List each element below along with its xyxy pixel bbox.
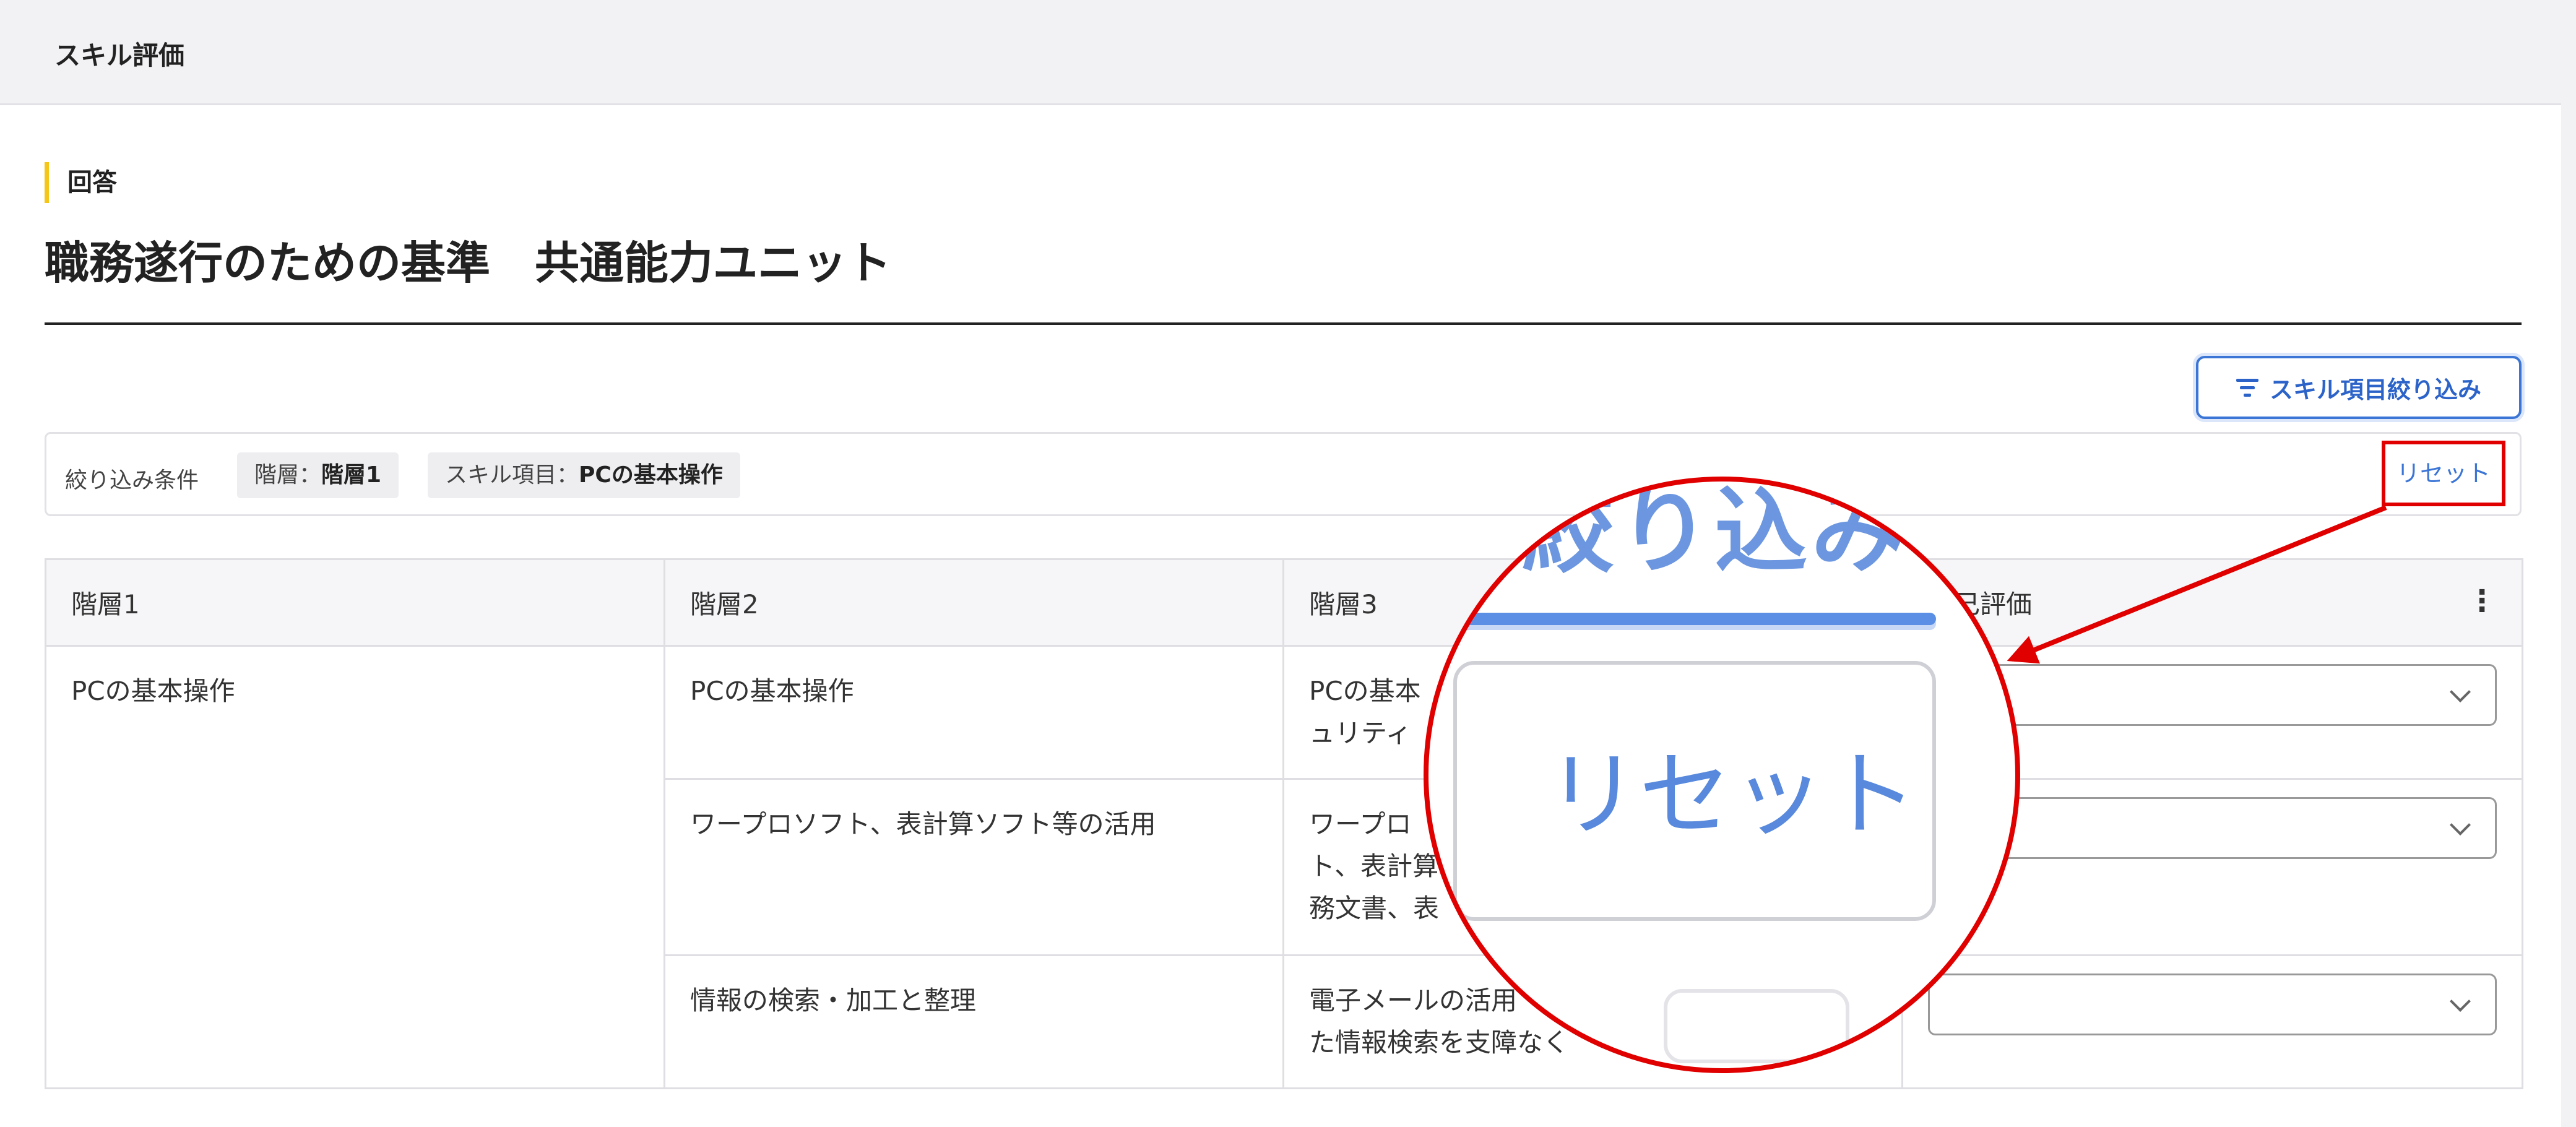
- column-menu-icon[interactable]: ⋮: [2467, 584, 2497, 618]
- filter-icon: [2236, 378, 2258, 397]
- right-gutter: [2561, 0, 2576, 1127]
- filter-conditions-bar: 絞り込み条件 階層：階層1 スキル項目：PCの基本操作: [45, 432, 2522, 516]
- self-evaluation-select[interactable]: [1928, 974, 2497, 1035]
- page-header: スキル評価: [0, 0, 2576, 105]
- cell-self-evaluation: [1901, 954, 2523, 1089]
- column-header-self-evaluation: 自己評価 ⋮: [1901, 558, 2523, 647]
- table-header-row: 階層1 階層2 階層3 自己評価 ⋮: [45, 558, 2523, 647]
- page-title: 職務遂行のための基準 共通能力ユニット: [45, 237, 892, 289]
- skill-table: 階層1 階層2 階層3 自己評価 ⋮ PCの基本操作 PCの基本操作 PCの基本…: [45, 558, 2523, 1089]
- table-row: PCの基本操作 PCの基本操作 PCの基本 ュリティ: [45, 645, 2523, 1089]
- section-label: 回答: [45, 162, 117, 203]
- chevron-down-icon: [2450, 681, 2471, 702]
- zoom-callout: 絞り込み リセット: [1424, 477, 2020, 1073]
- zoomed-button-border: [1428, 613, 1936, 625]
- zoomed-reset-text: リセット: [1546, 741, 1918, 849]
- filter-conditions-label: 絞り込み条件: [65, 468, 199, 493]
- filter-chip-skill-item: スキル項目：PCの基本操作: [428, 452, 740, 498]
- skill-filter-button-label: スキル項目絞り込み: [2269, 376, 2481, 404]
- chevron-down-icon: [2450, 814, 2471, 836]
- cell-level2: 情報の検索・加工と整理: [663, 954, 1284, 1089]
- chevron-down-icon: [2450, 991, 2471, 1012]
- cell-level2: PCの基本操作: [663, 645, 1284, 780]
- zoomed-ghost-element: [1664, 989, 1849, 1063]
- skill-filter-button[interactable]: スキル項目絞り込み: [2196, 356, 2522, 419]
- header-title: スキル評価: [54, 40, 185, 71]
- zoomed-filter-button-text: 絞り込み: [1521, 478, 1908, 586]
- reset-link[interactable]: リセット: [2382, 441, 2505, 506]
- column-header-level1: 階層1: [45, 558, 665, 647]
- title-divider: [45, 322, 2522, 325]
- cell-level2: ワープロソフト、表計算ソフト等の活用: [663, 778, 1284, 956]
- filter-chip-level: 階層：階層1: [237, 452, 399, 498]
- cell-level1: PCの基本操作: [45, 645, 665, 1089]
- column-header-level2: 階層2: [663, 558, 1284, 647]
